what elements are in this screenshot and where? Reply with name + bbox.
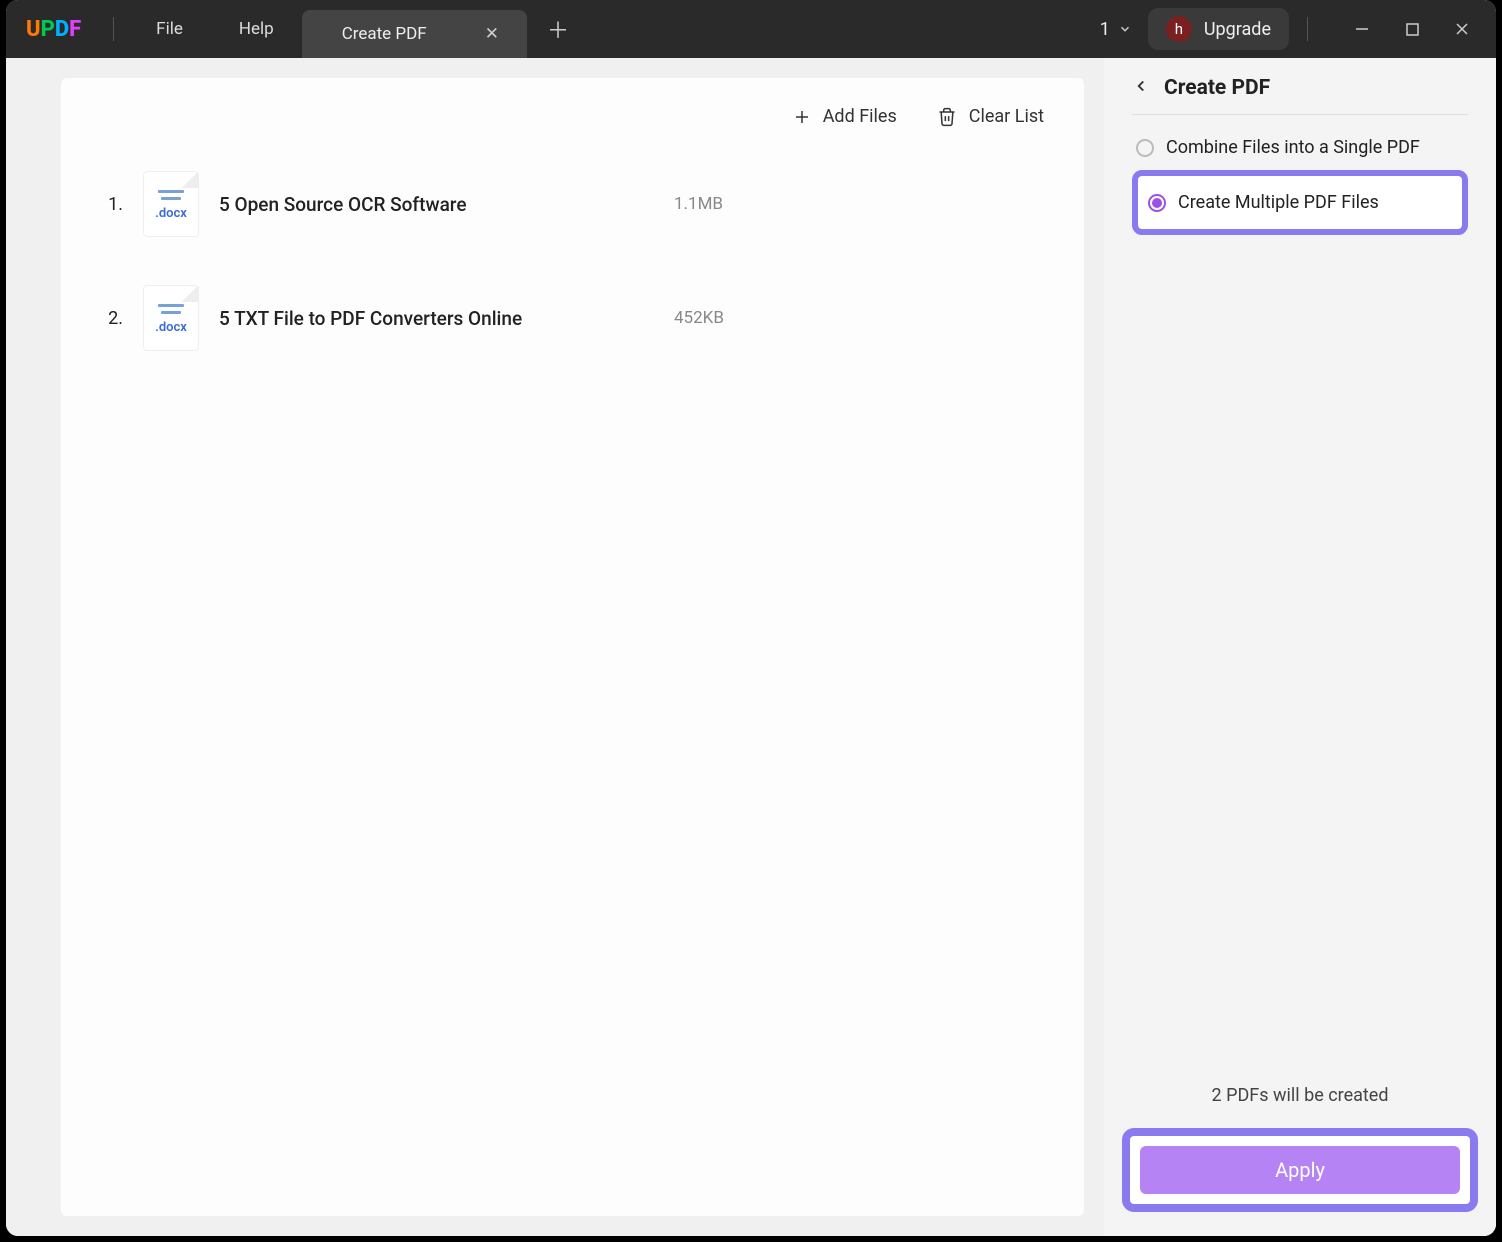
file-extension: .docx	[155, 320, 187, 335]
app-logo: UPDF	[26, 17, 81, 42]
close-window-button[interactable]	[1440, 12, 1484, 46]
trash-icon	[937, 107, 957, 127]
new-tab-button[interactable]: ＋	[527, 13, 589, 45]
file-size: 1.1MB	[674, 194, 764, 214]
avatar: h	[1166, 16, 1192, 42]
file-extension: .docx	[155, 206, 187, 221]
docx-file-icon: .docx	[143, 171, 199, 237]
back-button[interactable]	[1132, 77, 1150, 99]
radio-multiple-label: Create Multiple PDF Files	[1178, 192, 1379, 213]
docx-file-icon: .docx	[143, 285, 199, 351]
tab-count-dropdown[interactable]: 1	[1100, 19, 1132, 40]
file-name: 5 TXT File to PDF Converters Online	[219, 307, 654, 330]
title-bar: UPDF File Help Create PDF ✕ ＋ 1 h Upgrad…	[6, 0, 1496, 58]
chevron-left-icon	[1132, 77, 1150, 95]
app-body: Add Files Clear List 1. .docx 5 Op	[6, 58, 1496, 1236]
file-list-card: Add Files Clear List 1. .docx 5 Op	[61, 78, 1084, 1216]
separator	[1307, 17, 1308, 41]
clear-list-button[interactable]: Clear List	[937, 106, 1044, 127]
apply-button[interactable]: Apply	[1140, 1146, 1460, 1194]
add-files-label: Add Files	[823, 106, 897, 127]
maximize-button[interactable]	[1390, 12, 1434, 46]
row-number: 2.	[101, 308, 123, 329]
menu-help[interactable]: Help	[211, 19, 302, 39]
file-row[interactable]: 2. .docx 5 TXT File to PDF Converters On…	[91, 261, 1054, 375]
close-tab-icon[interactable]: ✕	[477, 20, 507, 48]
close-icon	[1455, 22, 1469, 36]
panel-title: Create PDF	[1164, 76, 1270, 100]
upgrade-button[interactable]: h Upgrade	[1148, 8, 1289, 50]
apply-highlight: Apply	[1122, 1128, 1478, 1212]
status-text: 2 PDFs will be created	[1132, 1085, 1468, 1106]
highlighted-option: Create Multiple PDF Files	[1132, 170, 1468, 235]
maximize-icon	[1406, 23, 1419, 36]
file-size: 452KB	[674, 308, 764, 328]
app-window: UPDF File Help Create PDF ✕ ＋ 1 h Upgrad…	[6, 0, 1496, 1236]
side-panel: Create PDF Combine Files into a Single P…	[1104, 58, 1496, 1236]
radio-icon	[1136, 139, 1154, 157]
menu-file[interactable]: File	[128, 19, 211, 39]
tab-title: Create PDF	[342, 24, 427, 44]
main-panel: Add Files Clear List 1. .docx 5 Op	[6, 58, 1104, 1236]
chevron-down-icon	[1118, 22, 1132, 36]
radio-multiple[interactable]: Create Multiple PDF Files	[1144, 184, 1456, 221]
tab-count-value: 1	[1100, 19, 1110, 40]
radio-combine-label: Combine Files into a Single PDF	[1166, 137, 1420, 158]
panel-header: Create PDF	[1132, 76, 1468, 115]
clear-list-label: Clear List	[969, 106, 1044, 127]
tab-create-pdf[interactable]: Create PDF ✕	[302, 10, 527, 58]
file-row[interactable]: 1. .docx 5 Open Source OCR Software 1.1M…	[91, 147, 1054, 261]
radio-icon-selected	[1148, 194, 1166, 212]
file-toolbar: Add Files Clear List	[91, 98, 1054, 147]
minimize-button[interactable]	[1340, 12, 1384, 46]
file-name: 5 Open Source OCR Software	[219, 193, 654, 216]
plus-icon	[793, 108, 811, 126]
separator	[113, 17, 114, 41]
row-number: 1.	[101, 194, 123, 215]
minimize-icon	[1355, 22, 1369, 36]
window-controls	[1340, 12, 1484, 46]
upgrade-label: Upgrade	[1204, 19, 1271, 40]
radio-combine[interactable]: Combine Files into a Single PDF	[1132, 129, 1468, 166]
add-files-button[interactable]: Add Files	[793, 106, 897, 127]
file-list: 1. .docx 5 Open Source OCR Software 1.1M…	[91, 147, 1054, 1196]
